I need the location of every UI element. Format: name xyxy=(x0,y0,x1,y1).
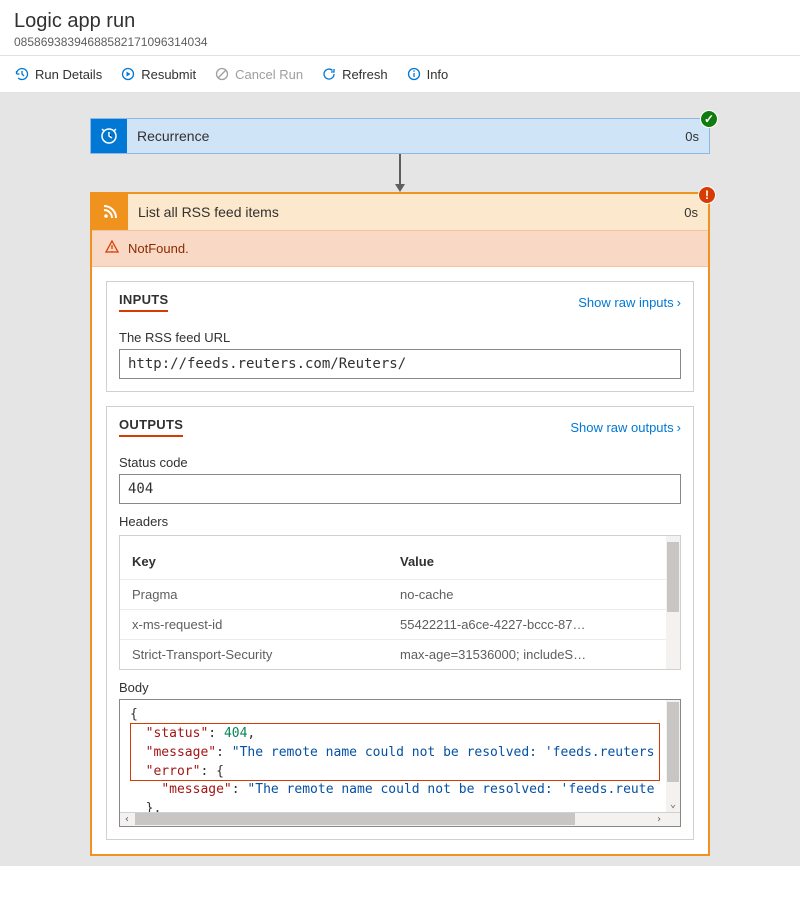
page-header: Logic app run 08586938394688582171096314… xyxy=(0,0,800,56)
table-row: x-ms-request-id 55422211-a6ce-4227-bccc-… xyxy=(120,610,680,640)
feed-url-value[interactable]: http://feeds.reuters.com/Reuters/ xyxy=(119,349,681,379)
refresh-icon xyxy=(321,66,337,82)
show-raw-outputs-link[interactable]: Show raw outputs › xyxy=(570,420,681,435)
replay-icon xyxy=(120,66,136,82)
warning-icon xyxy=(104,239,120,258)
arrowhead-icon xyxy=(395,184,405,192)
table-row: Pragma no-cache xyxy=(120,580,680,610)
headers-table: Key Value Pragma no-cache x-ms-request-i… xyxy=(119,535,681,670)
success-badge: ✓ xyxy=(700,110,718,128)
recurrence-step[interactable]: Recurrence 0s ✓ xyxy=(90,118,710,154)
history-icon xyxy=(14,66,30,82)
clock-icon xyxy=(91,119,127,153)
chevron-right-icon: › xyxy=(677,420,681,435)
rss-label: List all RSS feed items xyxy=(128,204,684,220)
cancel-run-button: Cancel Run xyxy=(214,66,303,82)
show-raw-inputs-link[interactable]: Show raw inputs › xyxy=(578,295,681,310)
rss-icon xyxy=(92,194,128,230)
info-label: Info xyxy=(427,67,449,82)
feed-url-label: The RSS feed URL xyxy=(119,330,681,345)
run-details-label: Run Details xyxy=(35,67,102,82)
resubmit-label: Resubmit xyxy=(141,67,196,82)
header-value-col: Value xyxy=(400,554,668,569)
table-header-row: Key Value xyxy=(120,536,680,580)
chevron-right-icon: › xyxy=(677,295,681,310)
rss-step: ! List all RSS feed items 0s NotFound. I… xyxy=(90,192,710,856)
header-key-col: Key xyxy=(132,554,400,569)
table-row: Strict-Transport-Security max-age=315360… xyxy=(120,640,680,669)
run-id: 08586938394688582171096314034 xyxy=(14,35,786,49)
error-badge: ! xyxy=(698,186,716,204)
status-code-value[interactable]: 404 xyxy=(119,474,681,504)
body-json-viewer[interactable]: { "status": 404, "message": "The remote … xyxy=(119,699,681,827)
rss-duration: 0s xyxy=(684,205,708,220)
status-code-label: Status code xyxy=(119,455,681,470)
body-v-scrollbar[interactable]: ⌄ xyxy=(666,700,680,826)
refresh-label: Refresh xyxy=(342,67,388,82)
headers-scrollbar[interactable] xyxy=(666,536,680,669)
info-button[interactable]: Info xyxy=(406,66,449,82)
page-title: Logic app run xyxy=(14,10,786,33)
error-text: NotFound. xyxy=(128,241,189,256)
refresh-button[interactable]: Refresh xyxy=(321,66,388,82)
error-bar: NotFound. xyxy=(92,230,708,267)
show-raw-outputs-label: Show raw outputs xyxy=(570,420,673,435)
run-details-button[interactable]: Run Details xyxy=(14,66,102,82)
outputs-title: OUTPUTS xyxy=(119,417,183,437)
cancel-run-label: Cancel Run xyxy=(235,67,303,82)
recurrence-duration: 0s xyxy=(685,129,709,144)
resubmit-button[interactable]: Resubmit xyxy=(120,66,196,82)
show-raw-inputs-label: Show raw inputs xyxy=(578,295,673,310)
toolbar: Run Details Resubmit Cancel Run Refresh … xyxy=(0,56,800,93)
info-icon xyxy=(406,66,422,82)
body-h-scrollbar[interactable]: ‹› xyxy=(120,812,680,826)
designer-canvas: Recurrence 0s ✓ ! List all RSS feed item… xyxy=(0,93,800,866)
rss-step-header[interactable]: List all RSS feed items 0s xyxy=(92,194,708,230)
inputs-title: INPUTS xyxy=(119,292,168,312)
outputs-panel: OUTPUTS Show raw outputs › Status code 4… xyxy=(106,406,694,840)
cancel-icon xyxy=(214,66,230,82)
headers-label: Headers xyxy=(119,514,681,529)
recurrence-label: Recurrence xyxy=(127,128,685,144)
body-label: Body xyxy=(119,680,681,695)
connector-line xyxy=(399,154,401,184)
inputs-panel: INPUTS Show raw inputs › The RSS feed UR… xyxy=(106,281,694,392)
